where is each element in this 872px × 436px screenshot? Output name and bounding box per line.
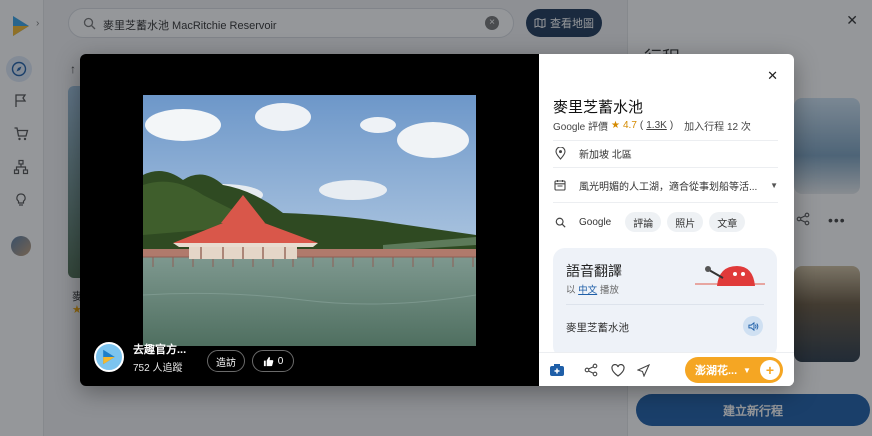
location-text: 新加坡 北區 <box>579 149 632 161</box>
photos-chip[interactable]: 照片 <box>667 212 704 232</box>
rating-source: Google 評價 <box>553 122 609 133</box>
translate-language-link[interactable]: 中文 <box>578 285 597 296</box>
divider <box>566 304 764 305</box>
rating-paren-close: ) <box>669 120 674 131</box>
google-label: Google <box>579 216 612 228</box>
app-logo-icon <box>103 349 115 365</box>
owner-name[interactable]: 去趣官方... <box>133 341 186 357</box>
trip-select-label: 澎湖花... <box>695 365 738 377</box>
send-icon[interactable] <box>634 361 652 379</box>
reviews-chip[interactable]: 評論 <box>625 212 662 232</box>
camera-plus-icon[interactable] <box>548 361 566 379</box>
visit-button[interactable]: 造訪 <box>207 350 245 372</box>
rating-row: Google 評價 ★ 4.7 ( 1.3K ) 加入行程 12 次 <box>553 118 751 133</box>
divider <box>553 140 778 141</box>
owner-avatar[interactable] <box>94 342 124 372</box>
photo-owner[interactable]: 去趣官方... 752 人追蹤 <box>94 340 186 374</box>
location-row: 新加坡 北區 <box>553 142 778 164</box>
add-to-trip-button[interactable]: + <box>760 360 780 380</box>
thumbs-up-icon <box>263 356 274 366</box>
articles-chip[interactable]: 文章 <box>709 212 746 232</box>
rating-count-link[interactable]: 1.3K <box>646 120 667 131</box>
google-links-row: Google 評論 照片 文章 <box>553 211 778 233</box>
description-text: 風光明媚的人工湖，適合從事划船等活... <box>579 181 758 193</box>
like-count: 0 <box>277 355 284 367</box>
phrase-text: 麥里芝蓄水池 <box>566 322 629 334</box>
place-title: 麥里芝蓄水池 <box>553 99 644 116</box>
rating-paren-open: ( <box>639 120 644 131</box>
description-row[interactable]: 風光明媚的人工湖，適合從事划船等活... ▼ <box>553 174 778 196</box>
voice-translate-card: 語音翻譯 以 中文 播放 麥里芝蓄水池 <box>553 248 777 358</box>
place-modal: 去趣官方... 752 人追蹤 造訪 0 ✕ 麥里芝蓄水池 Google 評價 … <box>80 54 794 386</box>
search-icon <box>553 217 567 228</box>
rating-value: 4.7 <box>623 120 637 131</box>
translate-subtitle: 以 中文 播放 <box>566 282 619 296</box>
translate-prefix: 以 <box>566 285 576 296</box>
trip-select-dropdown[interactable]: 澎湖花... ▼ + <box>685 357 783 383</box>
close-icon[interactable]: ✕ <box>767 68 778 84</box>
visit-label: 造訪 <box>216 357 236 369</box>
location-pin-icon <box>553 146 567 160</box>
speaker-icon[interactable] <box>743 316 763 336</box>
calendar-icon <box>553 179 567 191</box>
divider <box>553 202 778 203</box>
place-photo <box>143 95 476 346</box>
heart-icon[interactable] <box>609 361 627 379</box>
place-info-panel: ✕ 麥里芝蓄水池 Google 評價 ★ 4.7 ( 1.3K ) 加入行程 1… <box>539 54 794 386</box>
trip-count: 加入行程 12 次 <box>684 122 751 133</box>
translate-title: 語音翻譯 <box>566 263 622 279</box>
translate-suffix: 播放 <box>599 285 619 296</box>
chevron-down-icon[interactable]: ▼ <box>770 181 778 190</box>
star-icon: ★ <box>611 120 620 131</box>
share-icon[interactable] <box>582 361 600 379</box>
owner-followers: 752 人追蹤 <box>133 362 183 374</box>
divider <box>553 167 778 168</box>
photo-viewer: 去趣官方... 752 人追蹤 造訪 0 <box>80 54 539 386</box>
action-footer: 澎湖花... ▼ + <box>539 352 794 386</box>
chevron-down-icon: ▼ <box>743 365 751 375</box>
mascot-illustration <box>695 266 765 286</box>
like-button[interactable]: 0 <box>252 350 294 372</box>
